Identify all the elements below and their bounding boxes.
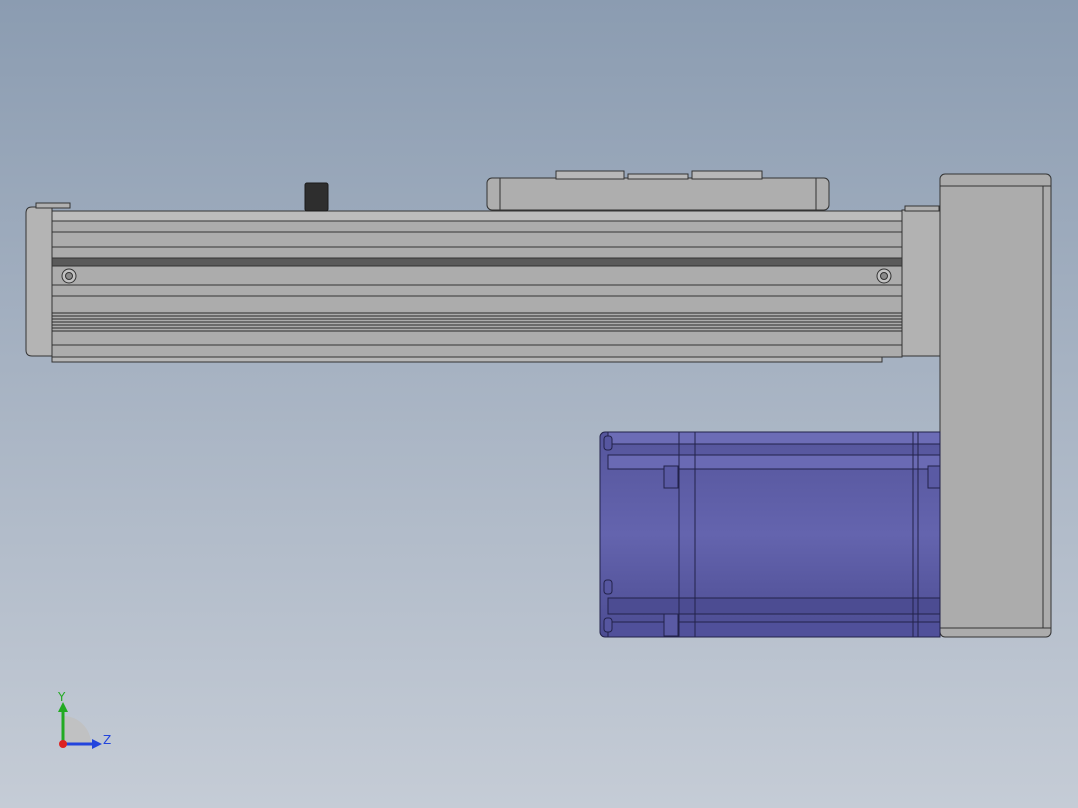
x-axis-dot [59, 740, 67, 748]
rail-top-face [51, 210, 903, 222]
motor-top-rib [607, 431, 941, 445]
motor-clip-upper-right [927, 465, 941, 489]
motor-bolt-mid [603, 579, 613, 595]
motor-lower-band [607, 597, 941, 615]
z-axis-arrowhead [92, 739, 102, 749]
z-axis-label: Z [103, 733, 111, 747]
motor-clip-upper-left [663, 465, 679, 489]
rail-right-end-block[interactable] [901, 209, 941, 357]
rail-grooves [52, 312, 902, 332]
motor-clip-lower-left [663, 613, 679, 637]
rail-left-end-cap[interactable] [25, 206, 53, 357]
rail-slot-upper [51, 257, 903, 267]
cad-viewport[interactable]: Y Z [0, 0, 1078, 808]
motor-bolt-bottom [603, 617, 613, 633]
carriage-body[interactable] [486, 177, 830, 211]
rail-screw-right[interactable] [876, 268, 892, 284]
carriage-plate-left [555, 170, 625, 180]
motor-bracket[interactable] [939, 173, 1052, 638]
carriage-plate-center [627, 173, 689, 180]
motor-bottom-rib [607, 621, 941, 638]
linear-rail[interactable] [25, 202, 941, 363]
rail-bottom-strip [51, 356, 883, 363]
coordinate-triad[interactable]: Y Z [57, 690, 111, 749]
y-axis-label: Y [57, 690, 66, 704]
rail-left-cap-tab [35, 202, 71, 209]
limit-sensor[interactable] [304, 182, 329, 212]
motor-upper-band [607, 454, 941, 470]
servo-motor[interactable] [599, 431, 941, 638]
motor-bracket-plate[interactable] [939, 173, 1052, 638]
triad-quadrant [63, 716, 91, 744]
carriage[interactable] [486, 170, 830, 211]
actuator-model-drawing[interactable]: Y Z [0, 0, 1078, 808]
carriage-plate-right [691, 170, 763, 180]
rail-right-cap-tab [904, 205, 940, 212]
rail-extrusion[interactable] [51, 210, 903, 358]
rail-screw-left[interactable] [61, 268, 77, 284]
motor-bolt-top [603, 435, 613, 451]
